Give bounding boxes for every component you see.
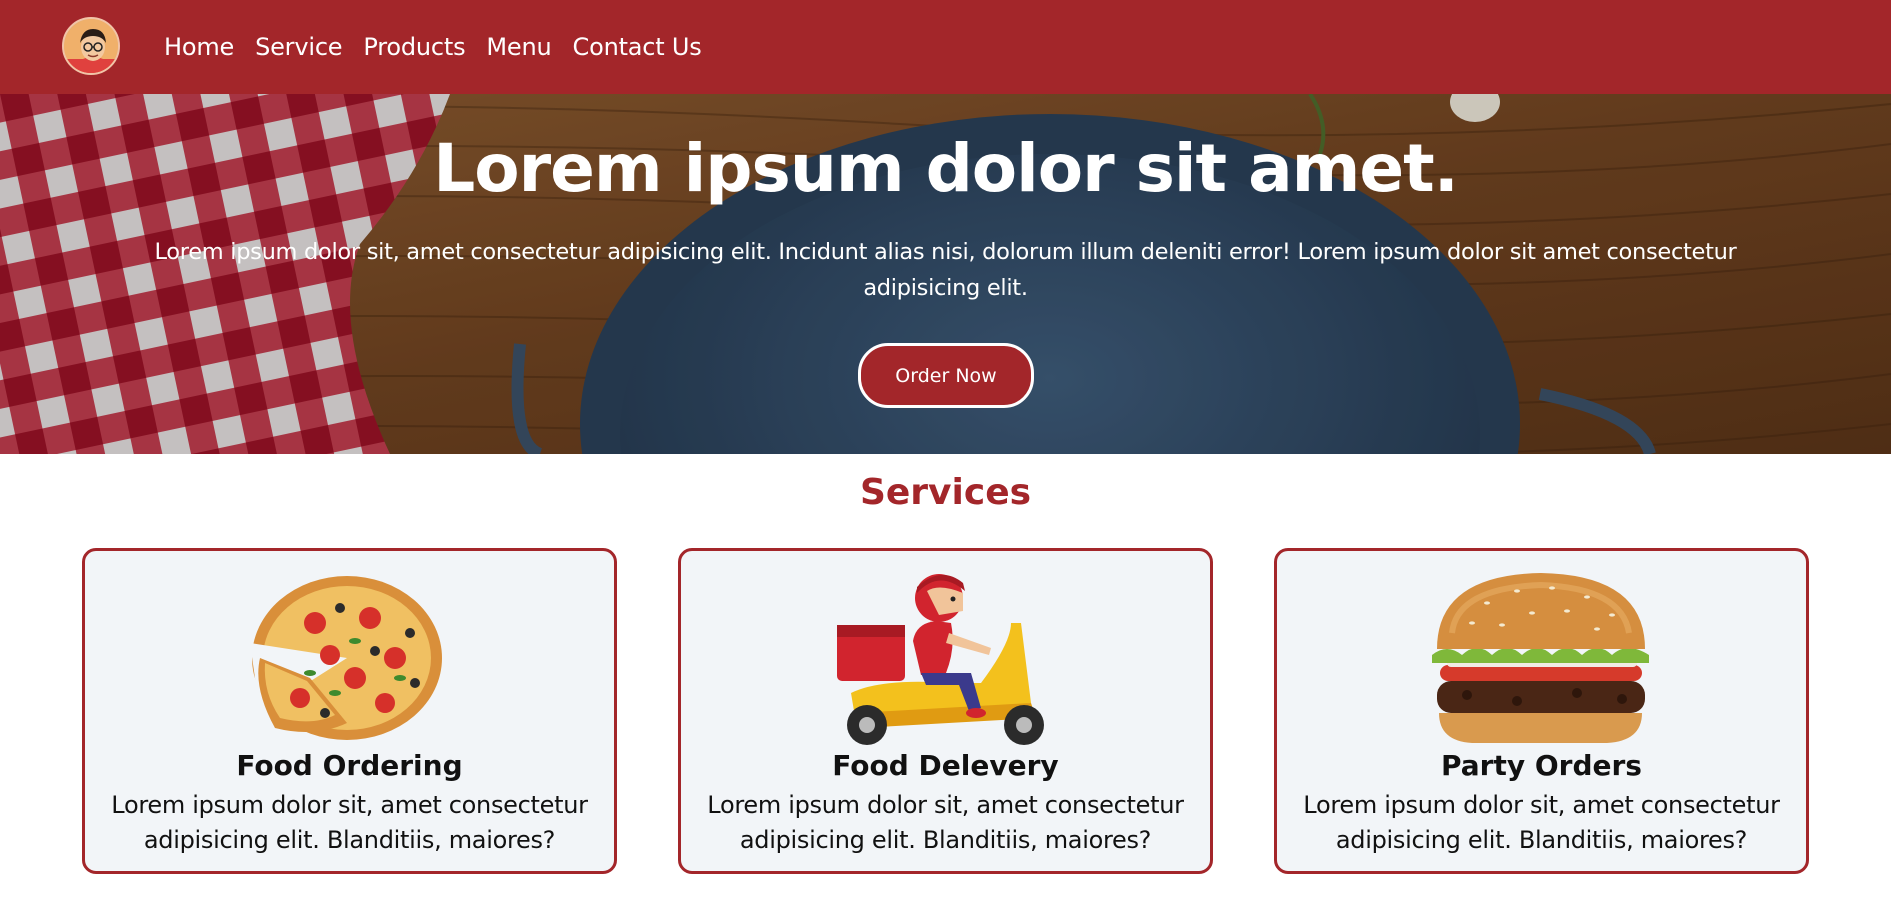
service-card-food-ordering[interactable]: Food Ordering Lorem ipsum dolor sit, ame… [82, 548, 617, 874]
nav-contact-us[interactable]: Contact Us [573, 33, 702, 61]
service-card-title: Food Ordering [236, 749, 463, 782]
service-card-party-orders[interactable]: Party Orders Lorem ipsum dolor sit, amet… [1274, 548, 1809, 874]
avatar-image [64, 19, 118, 73]
delivery-scooter-icon [837, 574, 1044, 745]
pizza-icon [250, 576, 442, 740]
service-card-text: Lorem ipsum dolor sit, amet consectetur … [707, 791, 1184, 854]
service-card-title: Food Delevery [832, 749, 1059, 782]
hero-title: Lorem ipsum dolor sit amet. [433, 130, 1459, 207]
hero-banner: Lorem ipsum dolor sit amet. Lorem ipsum … [0, 94, 1891, 454]
service-card-food-delevery[interactable]: Food Delevery Lorem ipsum dolor sit, ame… [678, 548, 1213, 874]
burger-icon [1432, 573, 1649, 743]
service-card-title: Party Orders [1441, 749, 1642, 782]
hero-subtitle: Lorem ipsum dolor sit, amet consectetur … [154, 239, 1737, 301]
navbar: Home Service Products Menu Contact Us [0, 0, 1891, 94]
order-now-button[interactable]: Order Now [858, 343, 1034, 408]
nav-home[interactable]: Home [164, 33, 234, 61]
service-card-text: Lorem ipsum dolor sit, amet consectetur … [111, 791, 588, 854]
nav-service[interactable]: Service [255, 33, 343, 61]
services-heading: Services [859, 472, 1032, 513]
avatar[interactable] [62, 17, 120, 75]
nav-links: Home Service Products Menu Contact Us [164, 0, 723, 94]
service-card-text: Lorem ipsum dolor sit, amet consectetur … [1303, 791, 1780, 854]
nav-products[interactable]: Products [363, 33, 465, 61]
nav-menu[interactable]: Menu [486, 33, 551, 61]
